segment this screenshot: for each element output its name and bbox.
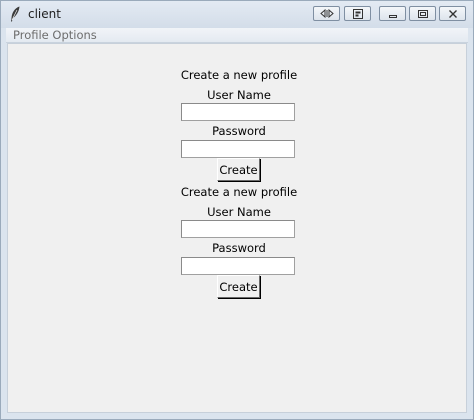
minimize-button[interactable]	[379, 6, 406, 21]
client-area: Create a new profile User Name Password …	[7, 43, 467, 413]
create-button[interactable]: Create	[217, 275, 260, 298]
feather-icon	[9, 6, 21, 22]
menu-bar: Profile Options	[6, 28, 468, 43]
password-label: Password	[212, 241, 266, 255]
minimize-icon	[387, 9, 399, 19]
maximize-button[interactable]	[409, 6, 436, 21]
close-button[interactable]	[439, 6, 466, 21]
username-label: User Name	[207, 88, 271, 102]
password-label: Password	[212, 124, 266, 138]
form-heading: Create a new profile	[180, 68, 298, 82]
title-bar[interactable]: client	[1, 1, 473, 28]
snap-icon	[352, 8, 364, 19]
snap-button[interactable]	[344, 6, 371, 21]
close-icon	[447, 9, 459, 19]
username-input[interactable]	[181, 220, 295, 238]
resize-horizontal-button[interactable]	[313, 6, 340, 21]
window-title: client	[28, 7, 61, 21]
create-button[interactable]: Create	[217, 158, 260, 181]
password-input[interactable]	[181, 257, 295, 275]
username-input[interactable]	[181, 103, 295, 121]
form-heading: Create a new profile	[180, 185, 298, 199]
menu-item-profile-options[interactable]: Profile Options	[13, 28, 97, 42]
application-window: client Profile Options Create a new prof…	[0, 0, 474, 420]
resize-horizontal-icon	[319, 9, 334, 18]
username-label: User Name	[207, 205, 271, 219]
password-input[interactable]	[181, 140, 295, 158]
maximize-icon	[417, 9, 429, 19]
